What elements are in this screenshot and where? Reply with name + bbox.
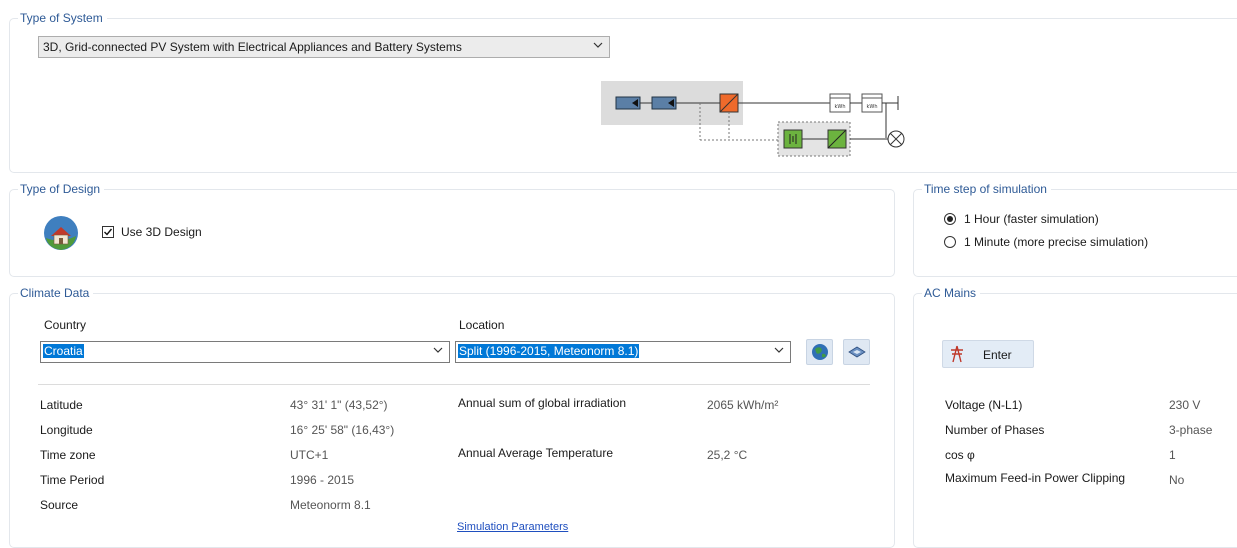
battery-inverter-icon: [827, 129, 847, 149]
timestep-minute-label: 1 Minute (more precise simulation): [964, 235, 1149, 249]
pv-module-icon: [615, 96, 641, 110]
ac-mains-group: AC Mains: [913, 286, 1237, 548]
ac-voltage-value: 230 V: [1169, 398, 1201, 412]
ac-voltage-label: Voltage (N-L1): [945, 398, 1023, 412]
ac-cosphi-value: 1: [1169, 448, 1176, 462]
simulation-parameters-link[interactable]: Simulation Parameters: [457, 521, 568, 533]
chevron-down-icon: [774, 347, 784, 353]
ac-clipping-label: Maximum Feed-in Power Clipping: [945, 471, 1126, 485]
kwh-meter-icon: kWh: [829, 93, 851, 113]
irradiation-value: 2065 kWh/m²: [707, 398, 779, 412]
kwh-meter-icon: kWh: [861, 93, 883, 113]
map-button[interactable]: [843, 339, 870, 365]
location-label: Location: [459, 318, 505, 332]
longitude-label: Longitude: [40, 423, 93, 437]
type-of-system-title: Type of System: [18, 11, 107, 25]
time-period-label: Time Period: [40, 473, 105, 487]
svg-text:kWh: kWh: [834, 104, 845, 110]
longitude-value: 16° 25' 58" (16,43°): [290, 423, 395, 437]
source-label: Source: [40, 498, 79, 512]
time-step-group: Time step of simulation: [913, 182, 1237, 277]
climate-separator: [38, 384, 870, 385]
irradiation-label: Annual sum of global irradiation: [458, 396, 627, 410]
system-type-value: 3D, Grid-connected PV System with Electr…: [43, 40, 462, 54]
location-select[interactable]: Split (1996-2015, Meteonorm 8.1): [455, 341, 791, 363]
globe-button[interactable]: [806, 339, 833, 365]
timestep-hour-label: 1 Hour (faster simulation): [964, 212, 1099, 226]
svg-text:kWh: kWh: [866, 104, 877, 110]
timezone-value: UTC+1: [290, 448, 329, 462]
timestep-minute-radio[interactable]: [944, 236, 956, 248]
country-value: Croatia: [43, 344, 84, 358]
system-diagram: kWh kWh: [601, 81, 905, 157]
ac-phases-value: 3-phase: [1169, 423, 1213, 437]
globe-icon: [812, 344, 828, 360]
location-value: Split (1996-2015, Meteonorm 8.1): [458, 344, 640, 358]
use-3d-design-checkbox[interactable]: [102, 226, 114, 238]
climate-data-title: Climate Data: [18, 286, 94, 300]
country-select[interactable]: Croatia: [40, 341, 450, 363]
latitude-value: 43° 31' 1" (43,52°): [290, 398, 388, 412]
use-3d-design-label: Use 3D Design: [121, 225, 202, 239]
time-step-title: Time step of simulation: [922, 182, 1051, 196]
lamp-load-icon: [887, 130, 905, 148]
pv-module-icon: [651, 96, 677, 110]
power-pylon-icon: [951, 345, 963, 363]
chevron-down-icon: [593, 42, 603, 48]
type-of-design-title: Type of Design: [18, 182, 105, 196]
house-globe-icon: [44, 216, 78, 250]
time-period-value: 1996 - 2015: [290, 473, 355, 487]
ac-cosphi-label: cos φ: [945, 448, 975, 462]
system-type-select[interactable]: 3D, Grid-connected PV System with Electr…: [38, 36, 610, 58]
source-value: Meteonorm 8.1: [290, 498, 371, 512]
ac-mains-title: AC Mains: [922, 286, 981, 300]
battery-icon: [783, 129, 803, 149]
temperature-value: 25,2 °C: [707, 448, 748, 462]
ac-enter-button[interactable]: Enter: [942, 340, 1034, 368]
ac-enter-label: Enter: [983, 348, 1012, 362]
latitude-label: Latitude: [40, 398, 83, 412]
climate-data-group: Climate Data: [9, 286, 895, 548]
ac-phases-label: Number of Phases: [945, 423, 1045, 437]
timestep-hour-radio[interactable]: [944, 213, 956, 225]
timezone-label: Time zone: [40, 448, 96, 462]
map-icon: [848, 346, 866, 358]
chevron-down-icon: [433, 347, 443, 353]
inverter-icon: [719, 93, 739, 113]
temperature-label: Annual Average Temperature: [458, 446, 613, 460]
checkbox-check-icon: [104, 228, 113, 236]
radio-selected-dot: [947, 216, 953, 222]
ac-clipping-value: No: [1169, 473, 1185, 487]
country-label: Country: [44, 318, 87, 332]
